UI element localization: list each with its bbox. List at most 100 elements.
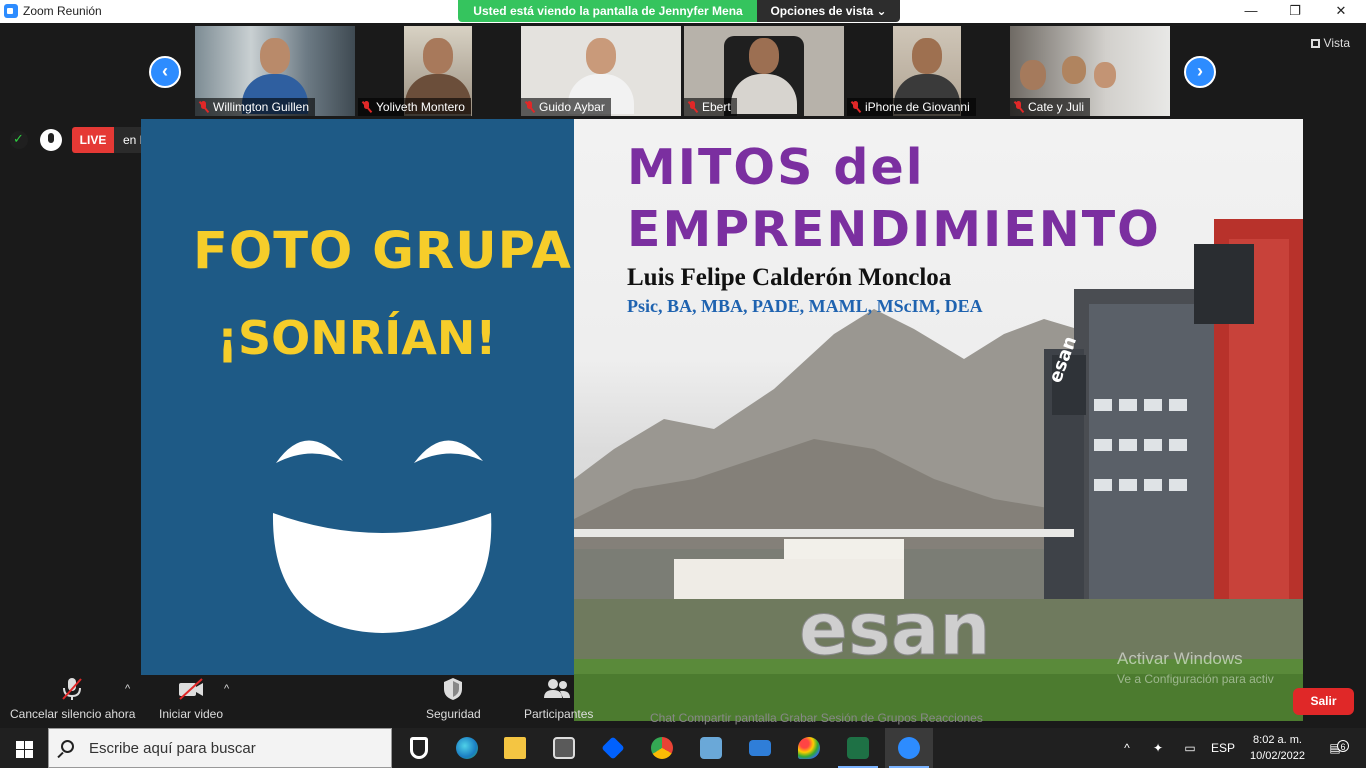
participants-icon [544, 679, 570, 698]
mic-muted-icon [362, 101, 371, 113]
participant-name: iPhone de Giovanni [847, 98, 976, 116]
leave-meeting-button[interactable]: Salir [1293, 688, 1354, 715]
paint-icon [798, 737, 820, 759]
participant-name: Yoliveth Montero [358, 98, 471, 116]
security-label: Seguridad [426, 707, 481, 721]
dropbox-tray-icon[interactable]: ✦ [1148, 728, 1168, 768]
screen-share-banner: Usted está viendo la pantalla de Jennyfe… [458, 0, 758, 22]
mic-muted-icon [62, 678, 82, 700]
taskbar-mail-app[interactable] [736, 728, 784, 768]
obscured-toolbar-labels: Chat Compartir pantalla Grabar Sesión de… [650, 711, 983, 725]
notification-count: 6 [1337, 740, 1349, 752]
taskbar-zoom-app[interactable] [885, 728, 933, 768]
chrome-browser-icon [651, 737, 673, 759]
windows-security-icon [410, 737, 428, 759]
slide-title-line2: EMPRENDIMIENTO [627, 201, 1161, 258]
video-options-chevron-icon[interactable]: ^ [224, 683, 229, 695]
audio-options-chevron-icon[interactable]: ^ [125, 683, 130, 695]
participant-tile[interactable]: Willimgton Guillen [195, 26, 355, 116]
clock-date: 10/02/2022 [1249, 750, 1306, 762]
clock-time: 8:02 a. m. [1253, 734, 1302, 746]
taskbar-excel-app[interactable] [834, 728, 882, 768]
smiley-face-icon [272, 440, 492, 633]
view-toggle-button[interactable]: Vista [1310, 36, 1350, 50]
microsoft-store-icon [553, 737, 575, 759]
title-bar: Zoom Reunión Usted está viendo la pantal… [0, 0, 1366, 23]
windows-activation-watermark: Activar Windows [1117, 649, 1243, 668]
gallery-view-icon [1310, 39, 1320, 48]
participant-name: Ebert [684, 98, 737, 116]
next-participants-button[interactable]: › [1184, 56, 1216, 88]
participant-tile[interactable]: Yoliveth Montero [358, 26, 518, 116]
prev-participants-button[interactable]: ‹ [149, 56, 181, 88]
search-placeholder: Escribe aquí para buscar [89, 740, 256, 757]
taskbar-store-app[interactable] [540, 728, 588, 768]
group-photo-panel: FOTO GRUPAL ¡SONRÍAN! [141, 119, 604, 675]
slide-subheadline: ¡SONRÍAN! [217, 311, 497, 365]
unmute-label: Cancelar silencio ahora [10, 707, 136, 721]
meeting-stage: Vista ‹ › Willimgton Guillen Yoliveth Mo… [0, 23, 1366, 725]
excel-icon [847, 737, 869, 759]
taskbar-explorer-app[interactable] [491, 728, 539, 768]
mic-muted-icon [525, 101, 534, 113]
slide-headline: FOTO GRUPAL [193, 222, 606, 281]
participant-tile[interactable]: iPhone de Giovanni [847, 26, 1007, 116]
participants-label: Participantes [524, 707, 594, 721]
search-icon [61, 740, 74, 753]
language-indicator[interactable]: ESP [1210, 728, 1236, 768]
taskbar-search-box[interactable]: Escribe aquí para buscar [48, 728, 392, 768]
title-slide-panel: esan esan MITOS del EMPRENDIMIENTO Luis … [574, 119, 1303, 721]
system-clock[interactable]: 8:02 a. m. 10/02/2022 [1245, 732, 1310, 764]
participant-tile[interactable]: Cate y Juli [1010, 26, 1170, 116]
dropbox-icon [601, 736, 625, 760]
windows-taskbar: Escribe aquí para buscar ^ ✦ ▭ ESP 8:02 … [0, 728, 1366, 768]
battery-icon[interactable]: ▭ [1180, 728, 1200, 768]
minimize-button[interactable]: — [1241, 2, 1261, 20]
mail-icon [749, 740, 771, 756]
microphone-icon[interactable] [40, 129, 62, 151]
taskbar-edge-app[interactable] [443, 728, 491, 768]
window-title: Zoom Reunión [23, 4, 102, 18]
notifications-button[interactable]: ▤ 6 [1322, 728, 1349, 768]
start-video-button[interactable]: Iniciar video [158, 677, 224, 721]
view-toggle-label: Vista [1323, 36, 1350, 50]
video-off-icon [179, 678, 203, 700]
security-shield-icon [444, 678, 462, 700]
participant-name: Willimgton Guillen [195, 98, 316, 116]
zoom-app-icon [4, 4, 18, 18]
mic-muted-icon [1014, 101, 1023, 113]
slide-degrees: Psic, BA, MBA, PADE, MAML, MScIM, DEA [627, 296, 983, 316]
zoom-icon [898, 737, 920, 759]
mic-muted-icon [851, 101, 860, 113]
taskbar-paint-app[interactable] [785, 728, 833, 768]
taskbar-control-panel-app[interactable] [687, 728, 735, 768]
participants-button[interactable]: Participantes [524, 677, 594, 721]
close-button[interactable]: ✕ [1331, 2, 1351, 20]
esan-sign: esan [799, 587, 991, 671]
start-video-label: Iniciar video [158, 707, 224, 721]
windows-start-button[interactable] [0, 728, 48, 768]
edge-browser-icon [456, 737, 478, 759]
file-explorer-icon [504, 737, 526, 759]
view-options-button[interactable]: Opciones de vista ⌄ [757, 0, 900, 22]
mic-muted-icon [199, 101, 208, 113]
mic-muted-icon [688, 101, 697, 113]
taskbar-chrome-app[interactable] [638, 728, 686, 768]
slide-title: MITOS del EMPRENDIMIENTO [627, 137, 1161, 261]
maximize-button[interactable]: ❐ [1285, 2, 1305, 20]
participant-name: Guido Aybar [521, 98, 611, 116]
encryption-shield-icon[interactable] [10, 131, 28, 149]
participant-tile[interactable]: Ebert [684, 26, 844, 116]
live-badge: LIVE [72, 127, 114, 153]
windows-activation-subtext: Ve a Configuración para activ [1117, 672, 1274, 686]
slide-title-line1: MITOS del [627, 139, 925, 196]
slide-author: Luis Felipe Calderón Moncloa [627, 264, 952, 291]
unmute-button[interactable]: Cancelar silencio ahora [10, 677, 136, 721]
participant-tile[interactable]: Guido Aybar [521, 26, 681, 116]
shared-screen: FOTO GRUPAL ¡SONRÍAN! esan esan MITOS de… [141, 119, 1303, 721]
taskbar-security-app[interactable] [395, 728, 443, 768]
security-button[interactable]: Seguridad [426, 677, 481, 721]
taskbar-dropbox-app[interactable] [589, 728, 637, 768]
tray-overflow-chevron-icon[interactable]: ^ [1118, 728, 1136, 768]
control-panel-icon [700, 737, 722, 759]
